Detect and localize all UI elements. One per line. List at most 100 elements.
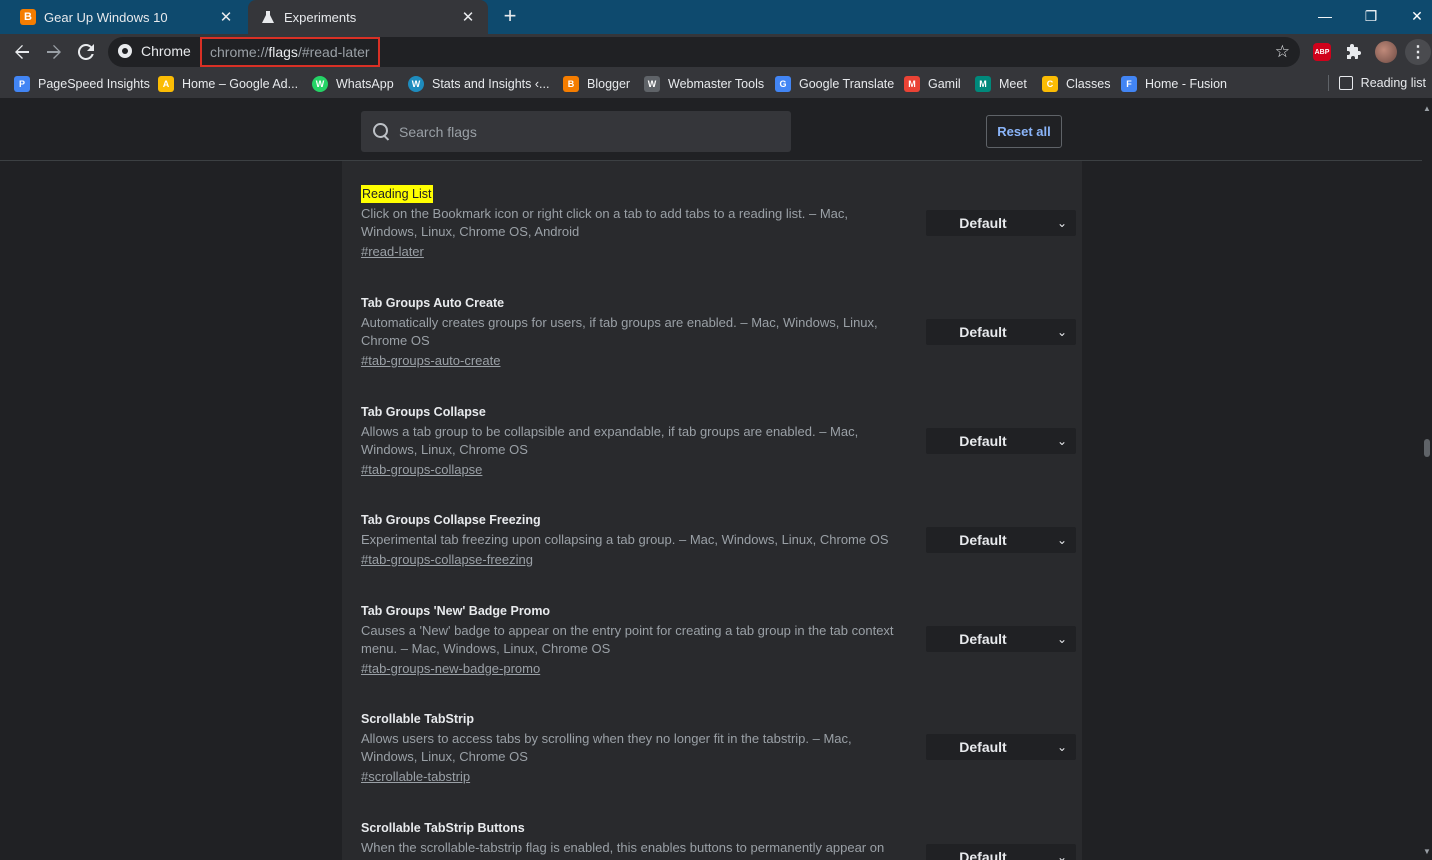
flag-title: Tab Groups 'New' Badge Promo — [361, 604, 551, 618]
chevron-down-icon: ⌄ — [1056, 740, 1068, 754]
search-input[interactable] — [399, 123, 779, 140]
tab-title: Experiments — [284, 9, 357, 25]
flag-permalink[interactable]: #read-later — [361, 243, 424, 261]
bookmark-whatsapp[interactable]: W WhatsApp — [312, 75, 394, 93]
flag-select[interactable]: Default ⌄ — [926, 844, 1076, 860]
google-ads-icon: A — [158, 76, 174, 92]
flag-item: Tab Groups Auto Create Automatically cre… — [361, 294, 1076, 370]
address-bar[interactable]: Chrome chrome://flags/#read-later ☆ — [108, 37, 1300, 67]
bookmark-label: Home – Google Ad... — [182, 77, 299, 91]
bookmark-google-ads[interactable]: A Home – Google Ad... — [158, 75, 298, 93]
select-value: Default — [959, 849, 1007, 860]
flags-header: Reset all — [0, 102, 1422, 161]
bookmark-label: Google Translate — [799, 77, 895, 91]
extensions-button[interactable] — [1343, 41, 1365, 63]
flag-description: Causes a 'New' badge to appear on the en… — [361, 623, 894, 656]
bookmark-home-fusion[interactable]: F Home - Fusion — [1121, 75, 1227, 93]
gmail-icon: M — [904, 76, 920, 92]
bookmark-google-translate[interactable]: G Google Translate — [775, 75, 894, 93]
select-value: Default — [959, 215, 1007, 231]
scrollbar[interactable]: ▲ ▼ — [1422, 102, 1432, 860]
bookmark-meet[interactable]: M Meet — [975, 75, 1027, 93]
flag-item: Tab Groups Collapse Freezing Experimenta… — [361, 511, 1076, 569]
bookmark-label: Blogger — [587, 77, 631, 91]
bookmark-webmaster-tools[interactable]: W Webmaster Tools — [644, 75, 764, 93]
toolbar: Chrome chrome://flags/#read-later ☆ ABP … — [0, 34, 1432, 70]
pagespeed-icon: P — [14, 76, 30, 92]
bookmark-pagespeed[interactable]: P PageSpeed Insights — [14, 75, 150, 93]
puzzle-icon — [1347, 44, 1361, 59]
flag-select[interactable]: Default ⌄ — [926, 319, 1076, 345]
tab-gear-up-windows[interactable]: B Gear Up Windows 10 ✕ — [8, 0, 246, 34]
meet-icon: M — [975, 76, 991, 92]
close-icon[interactable]: ✕ — [458, 7, 478, 27]
chevron-down-icon: ⌄ — [1056, 850, 1068, 860]
bookmark-classes[interactable]: C Classes — [1042, 75, 1110, 93]
whatsapp-icon: W — [312, 76, 328, 92]
chevron-down-icon: ⌄ — [1056, 632, 1068, 646]
search-box[interactable] — [361, 111, 791, 152]
reading-list-label: Reading list — [1360, 76, 1426, 90]
flag-description: Click on the Bookmark icon or right clic… — [361, 206, 849, 239]
new-tab-button[interactable]: + — [498, 5, 522, 29]
back-button[interactable] — [8, 38, 36, 66]
bookmark-gmail[interactable]: M Gamil — [904, 75, 961, 93]
google-translate-icon: G — [775, 76, 791, 92]
flag-select[interactable]: Default ⌄ — [926, 626, 1076, 652]
minimize-button[interactable]: — — [1302, 0, 1348, 32]
flag-permalink[interactable]: #tab-groups-new-badge-promo — [361, 660, 540, 678]
bookmark-blogger[interactable]: B Blogger — [563, 75, 630, 93]
back-arrow-icon — [15, 45, 29, 59]
flag-title: Tab Groups Collapse — [361, 405, 486, 419]
webmaster-tools-icon: W — [644, 76, 660, 92]
divider — [1327, 75, 1329, 91]
avatar — [1375, 41, 1397, 63]
bookmark-label: Meet — [999, 77, 1027, 91]
close-icon[interactable]: ✕ — [216, 7, 236, 27]
flag-permalink[interactable]: #scrollable-tabstrip — [361, 768, 470, 786]
forward-arrow-icon — [47, 45, 61, 59]
scrollbar-thumb[interactable] — [1424, 439, 1430, 457]
chrome-icon — [118, 44, 132, 58]
site-info-chip[interactable]: Chrome — [118, 43, 191, 59]
bookmarks-bar: P PageSpeed Insights A Home – Google Ad...… — [0, 70, 1432, 98]
bookmark-star-icon[interactable]: ☆ — [1275, 42, 1290, 62]
classroom-icon: C — [1042, 76, 1058, 92]
blogger-icon: B — [563, 76, 579, 92]
flag-item: Tab Groups 'New' Badge Promo Causes a 'N… — [361, 602, 1076, 678]
flag-select[interactable]: Default ⌄ — [926, 527, 1076, 553]
flag-select[interactable]: Default ⌄ — [926, 734, 1076, 760]
reset-all-button[interactable]: Reset all — [986, 115, 1062, 148]
blogger-icon: B — [20, 9, 36, 25]
restore-button[interactable]: ❐ — [1348, 0, 1394, 32]
reading-list-button[interactable]: Reading list — [1327, 75, 1426, 91]
flag-item: Tab Groups Collapse Allows a tab group t… — [361, 403, 1076, 479]
flag-title: Scrollable TabStrip Buttons — [361, 821, 525, 835]
url-text[interactable]: chrome://flags/#read-later — [200, 37, 380, 67]
chrome-menu-button[interactable]: ⋮ — [1405, 39, 1431, 65]
select-value: Default — [959, 433, 1007, 449]
adblock-plus-button[interactable]: ABP — [1311, 41, 1333, 63]
bookmark-stats-insights[interactable]: W Stats and Insights ‹... — [408, 75, 549, 93]
reload-button[interactable] — [72, 38, 100, 66]
site-chip-label: Chrome — [141, 43, 191, 59]
flag-title: Tab Groups Collapse Freezing — [361, 513, 541, 527]
flag-title: Reading List — [361, 185, 433, 203]
scroll-up-icon[interactable]: ▲ — [1423, 104, 1431, 113]
flag-description: Allows a tab group to be collapsible and… — [361, 424, 859, 457]
tab-experiments[interactable]: Experiments ✕ — [248, 0, 488, 34]
flag-permalink[interactable]: #tab-groups-auto-create — [361, 352, 500, 370]
flag-select[interactable]: Default ⌄ — [926, 428, 1076, 454]
tab-title: Gear Up Windows 10 — [44, 9, 168, 25]
forward-button[interactable] — [40, 38, 68, 66]
flag-permalink[interactable]: #tab-groups-collapse-freezing — [361, 551, 533, 569]
flag-select[interactable]: Default ⌄ — [926, 210, 1076, 236]
scroll-down-icon[interactable]: ▼ — [1423, 847, 1431, 856]
flag-item: Scrollable TabStrip Buttons When the scr… — [361, 819, 1076, 860]
select-value: Default — [959, 739, 1007, 755]
flag-permalink[interactable]: #tab-groups-collapse — [361, 461, 482, 479]
bookmark-label: Stats and Insights ‹... — [432, 77, 550, 91]
profile-button[interactable] — [1375, 41, 1397, 63]
wordpress-icon: W — [408, 76, 424, 92]
window-close-button[interactable]: ✕ — [1394, 0, 1432, 32]
